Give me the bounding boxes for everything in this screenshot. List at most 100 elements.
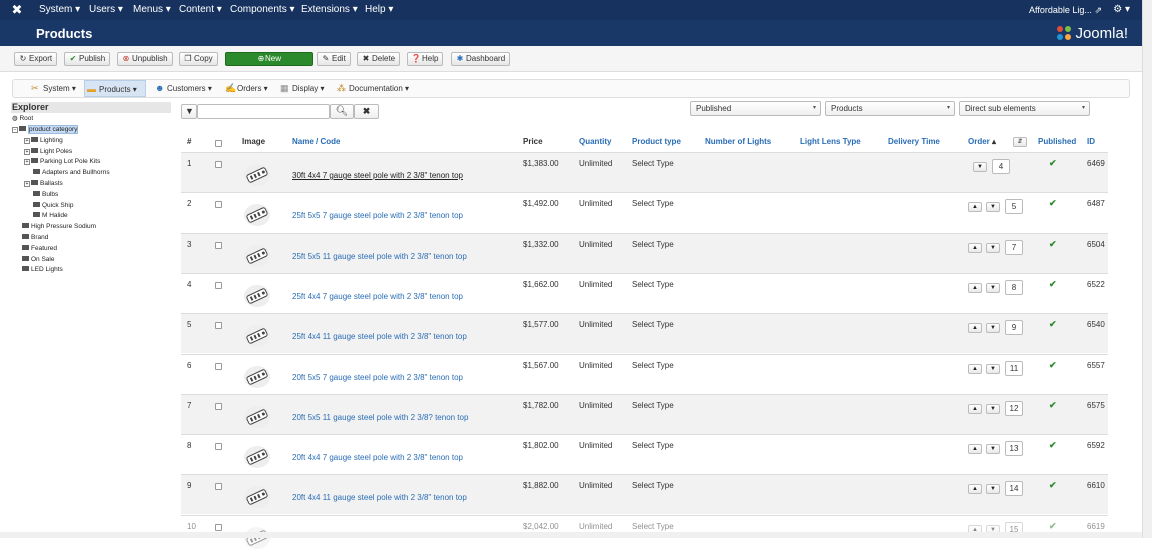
- new-button[interactable]: ⊕ New: [225, 52, 313, 66]
- tree-item[interactable]: High Pressure Sodium: [22, 223, 96, 231]
- product-name-link[interactable]: 25ft 4x4 11 gauge steel pole with 2 3/8"…: [292, 332, 467, 342]
- move-up-button[interactable]: ▲: [968, 202, 982, 213]
- tree-category[interactable]: − product category: [12, 125, 79, 134]
- tree-item[interactable]: LED Lights: [22, 266, 63, 274]
- product-name-link[interactable]: 30ft 4x4 7 gauge steel pole with 2 3/8" …: [292, 171, 463, 181]
- row-checkbox[interactable]: [215, 483, 222, 491]
- menu-help[interactable]: Help ▾: [365, 0, 393, 20]
- col-id[interactable]: ID: [1087, 133, 1095, 151]
- move-down-button[interactable]: ▼: [986, 403, 1000, 414]
- menu-menus[interactable]: Menus ▾: [133, 0, 171, 20]
- published-check-icon[interactable]: ✔: [1049, 319, 1057, 330]
- product-name-link[interactable]: 25ft 5x5 11 gauge steel pole with 2 3/8"…: [292, 252, 467, 262]
- move-up-button[interactable]: ▲: [968, 323, 982, 334]
- order-input[interactable]: 11: [1005, 360, 1023, 376]
- subnav-products[interactable]: ▬ Products ▾: [84, 80, 146, 97]
- move-down-button[interactable]: ▼: [986, 282, 1000, 293]
- move-down-button[interactable]: ▼: [986, 484, 1000, 495]
- published-check-icon[interactable]: ✔: [1049, 198, 1057, 209]
- col-published[interactable]: Published: [1038, 133, 1076, 151]
- col-product-type[interactable]: Product type: [632, 133, 681, 151]
- row-checkbox[interactable]: [215, 402, 222, 410]
- menu-system[interactable]: System ▾: [39, 0, 80, 20]
- dashboard-button[interactable]: ✱ Dashboard: [451, 52, 511, 66]
- subnav-customers[interactable]: ☻ Customers ▾: [153, 80, 212, 97]
- copy-button[interactable]: ❐ Copy: [179, 52, 218, 66]
- tree-item[interactable]: Brand: [22, 234, 48, 242]
- site-link[interactable]: Affordable Lig... ⇗: [1029, 0, 1102, 20]
- row-checkbox[interactable]: [215, 322, 222, 330]
- published-check-icon[interactable]: ✔: [1049, 480, 1057, 491]
- menu-components[interactable]: Components ▾: [230, 0, 295, 20]
- order-input[interactable]: 9: [1005, 320, 1023, 336]
- published-check-icon[interactable]: ✔: [1049, 360, 1057, 371]
- col-light-lens-type[interactable]: Light Lens Type: [800, 133, 861, 151]
- product-name-link[interactable]: 20ft 4x4 11 gauge steel pole with 2 3/8"…: [292, 493, 467, 503]
- product-name-link[interactable]: 20ft 4x4 7 gauge steel pole with 2 3/8" …: [292, 453, 463, 463]
- order-input[interactable]: 12: [1005, 400, 1023, 416]
- published-check-icon[interactable]: ✔: [1049, 279, 1057, 290]
- row-checkbox[interactable]: [215, 443, 222, 451]
- type-filter-select[interactable]: Products ▾: [825, 101, 955, 116]
- subnav-system[interactable]: ✂ System ▾: [29, 80, 76, 97]
- tree-item[interactable]: Adapters and Bullhorns: [33, 169, 110, 177]
- order-input[interactable]: 5: [1005, 199, 1023, 215]
- col-order[interactable]: Order ▴: [968, 133, 996, 151]
- row-checkbox[interactable]: [215, 161, 222, 168]
- move-down-button[interactable]: ▼: [986, 242, 1000, 253]
- save-order-button[interactable]: ⇵: [1013, 137, 1027, 147]
- tree-root[interactable]: ◍ Root: [12, 115, 33, 123]
- tree-item[interactable]: + Ballasts: [24, 180, 63, 188]
- move-up-button[interactable]: ▲: [968, 444, 982, 455]
- move-down-button[interactable]: ▼: [986, 363, 1000, 374]
- subnav-documentation[interactable]: ⁂ Documentation ▾: [335, 80, 409, 97]
- order-input[interactable]: 7: [1005, 239, 1023, 255]
- joomla-logo-icon[interactable]: ✖: [10, 3, 24, 17]
- product-name-link[interactable]: 20ft 5x5 7 gauge steel pole with 2 3/8" …: [292, 373, 463, 383]
- order-input[interactable]: 14: [1005, 481, 1023, 497]
- clear-button[interactable]: ✖: [354, 104, 379, 119]
- tree-item[interactable]: + Light Poles: [24, 148, 72, 156]
- scope-filter-select[interactable]: Direct sub elements ▾: [959, 101, 1090, 116]
- menu-users[interactable]: Users ▾: [89, 0, 123, 20]
- move-up-button[interactable]: ▲: [968, 282, 982, 293]
- delete-button[interactable]: ✖ Delete: [357, 52, 401, 66]
- product-name-link[interactable]: 25ft 4x4 7 gauge steel pole with 2 3/8" …: [292, 292, 463, 302]
- row-checkbox[interactable]: [215, 281, 222, 289]
- order-input[interactable]: 8: [1005, 279, 1023, 295]
- select-all-checkbox[interactable]: [215, 140, 222, 147]
- move-down-button[interactable]: ▼: [973, 162, 987, 172]
- published-check-icon[interactable]: ✔: [1049, 158, 1057, 169]
- row-checkbox[interactable]: [215, 241, 222, 249]
- horizontal-scrollbar[interactable]: [0, 532, 1142, 538]
- tree-item[interactable]: + Lighting: [24, 137, 63, 145]
- publish-button[interactable]: ✔ Publish: [64, 52, 111, 66]
- col-quantity[interactable]: Quantity: [579, 133, 611, 151]
- menu-content[interactable]: Content ▾: [179, 0, 222, 20]
- subnav-orders[interactable]: ✍ Orders ▾: [223, 80, 268, 97]
- subnav-display[interactable]: ▦ Display ▾: [278, 80, 324, 97]
- move-up-button[interactable]: ▲: [968, 363, 982, 374]
- row-checkbox[interactable]: [215, 362, 222, 370]
- edit-button[interactable]: ✎ Edit: [317, 52, 351, 66]
- move-up-button[interactable]: ▲: [968, 242, 982, 253]
- order-input[interactable]: 13: [1005, 441, 1023, 457]
- tree-item[interactable]: Quick Ship: [33, 202, 73, 210]
- search-button[interactable]: 🔍︎: [330, 104, 354, 119]
- published-check-icon[interactable]: ✔: [1049, 440, 1057, 451]
- search-input[interactable]: [197, 104, 330, 119]
- gear-icon[interactable]: ⚙ ▾: [1113, 0, 1130, 20]
- row-checkbox[interactable]: [215, 201, 222, 209]
- published-check-icon[interactable]: ✔: [1049, 521, 1057, 532]
- col-name[interactable]: Name / Code: [292, 133, 340, 151]
- order-input[interactable]: 4: [992, 159, 1010, 174]
- move-down-button[interactable]: ▼: [986, 323, 1000, 334]
- move-down-button[interactable]: ▼: [986, 202, 1000, 213]
- vertical-scrollbar[interactable]: [1142, 0, 1152, 538]
- published-check-icon[interactable]: ✔: [1049, 400, 1057, 411]
- unpublish-button[interactable]: ⊗ Unpublish: [117, 52, 173, 66]
- published-check-icon[interactable]: ✔: [1049, 239, 1057, 250]
- tree-item[interactable]: M Halide: [33, 212, 68, 220]
- move-down-button[interactable]: ▼: [986, 444, 1000, 455]
- row-checkbox[interactable]: [215, 523, 222, 531]
